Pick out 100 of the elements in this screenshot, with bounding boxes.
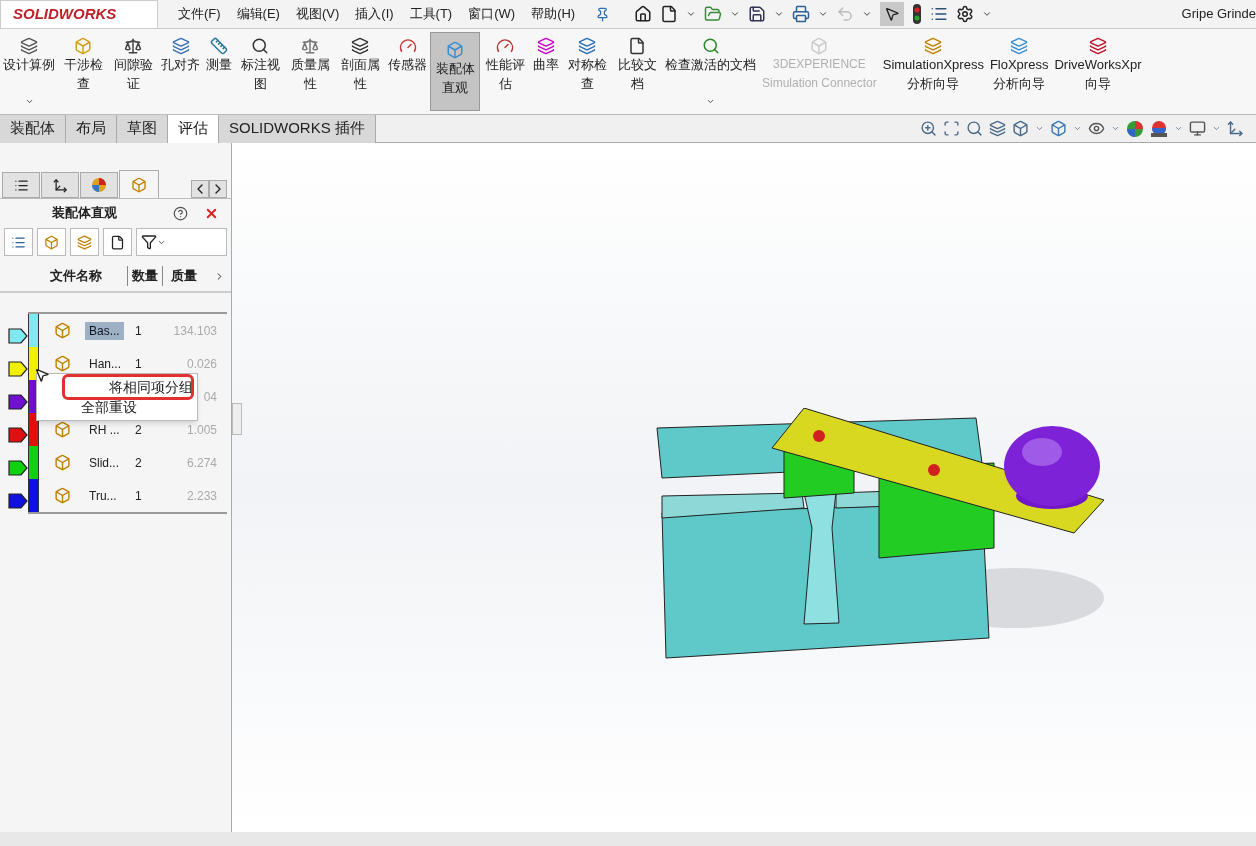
help-icon[interactable] [173,205,188,221]
tool-icon [301,37,319,55]
menu-option[interactable]: 全部重设 [37,397,197,417]
home-icon[interactable] [634,5,653,23]
ribbon-button[interactable]: 测量 [203,29,235,114]
select-button[interactable] [880,2,905,26]
traffic-light-icon[interactable] [912,4,923,24]
caret-icon[interactable] [774,9,785,19]
caret-icon[interactable] [1174,124,1183,133]
ribbon-button[interactable]: SimulationXpress 分析向导 [879,29,987,114]
filter-button[interactable] [136,228,227,256]
command-tab[interactable]: 草图 [117,114,168,143]
appearance-tab[interactable] [80,172,118,198]
view-orientation-icon[interactable] [1012,120,1029,137]
tool-icon [810,37,829,55]
command-tab[interactable]: 布局 [66,114,117,143]
pointer-icon [884,6,901,22]
part-button[interactable] [37,228,66,256]
feature-tree-tab[interactable] [2,172,40,198]
axis-icon[interactable] [1227,120,1244,137]
tool-icon [446,41,464,59]
columns-button[interactable] [103,228,132,256]
caret-icon[interactable] [818,9,829,19]
list-view-button[interactable] [4,228,33,256]
menu-item[interactable]: 插入(I) [355,4,394,24]
settings-icon[interactable] [956,5,975,23]
ribbon-button[interactable]: 曲率 [530,29,562,114]
caret-icon [24,97,34,106]
ribbon-button[interactable]: 检查激活的文档 [662,29,759,114]
ribbon-button[interactable]: 质量属性 [285,29,335,114]
cube-icon [131,176,147,193]
scene-icon[interactable] [1150,119,1168,138]
command-tab[interactable]: SOLIDWORKS 插件 [219,114,376,143]
file-name[interactable]: Tru... [85,486,121,505]
ribbon-button[interactable]: 设计算例 [0,29,58,114]
tool-icon [701,37,720,55]
menu-item[interactable]: 窗口(W) [468,4,516,24]
ribbon-button[interactable]: 对称检查 [562,29,612,114]
caret-icon[interactable] [1212,124,1221,133]
scroll-right-icon[interactable] [209,180,227,198]
menu-option[interactable]: 将相同项分组 [65,377,191,397]
column-header[interactable]: 数量 [128,266,163,286]
ribbon-button[interactable]: 孔对齐 [158,29,203,114]
menu-item[interactable]: 视图(V) [295,4,340,24]
caret-icon[interactable] [1073,124,1082,133]
app-logo[interactable]: SOLIDWORKS [0,0,158,29]
color-flag-icon [8,427,28,443]
ribbon-button[interactable]: 间隙验证 [108,29,158,114]
tool-icon [924,37,943,55]
scroll-left-icon[interactable] [191,180,209,198]
file-name[interactable]: RH ... [85,420,124,439]
previous-view-icon[interactable] [966,120,983,137]
filter-icon [141,234,157,250]
property-tab[interactable] [41,172,79,198]
tool-icon [20,37,38,55]
caret-icon[interactable] [862,9,873,19]
caret-icon[interactable] [982,9,993,19]
assembly-visualization-tab[interactable] [119,170,159,198]
new-file-icon[interactable] [660,5,679,23]
file-name[interactable]: Bas... [85,321,124,340]
collapse-handle[interactable] [232,403,242,435]
command-tab[interactable]: 装配体 [0,114,66,143]
monitor-icon[interactable] [1189,120,1206,137]
column-header[interactable]: 文件名称 [0,266,128,286]
tool-icon [1010,37,1029,55]
zoom-area-icon[interactable] [943,120,960,137]
zoom-fit-icon[interactable] [920,120,937,137]
ribbon-button[interactable]: 比较文档 [612,29,662,114]
folder-icon[interactable] [704,5,723,23]
ribbon-button[interactable]: 剖面属性 [335,29,385,114]
display-style-icon[interactable] [1050,120,1067,137]
pin-icon[interactable] [595,6,611,22]
menu-item[interactable]: 文件(F) [178,4,221,24]
menu-item[interactable]: 编辑(E) [236,4,280,24]
mass: 1.005 [186,421,217,439]
menu-item[interactable]: 工具(T) [409,4,453,24]
eye-icon[interactable] [1088,120,1105,137]
options-list-icon[interactable] [930,5,949,23]
caret-icon[interactable] [730,9,741,19]
command-tab[interactable]: 评估 [168,114,219,143]
file-name[interactable]: Slid... [85,453,123,472]
appearance-icon[interactable] [1126,119,1144,138]
ribbon-button[interactable]: 标注视图 [235,29,285,114]
file-name[interactable]: Han... [85,354,125,373]
menu-item[interactable]: 帮助(H) [531,4,576,24]
caret-icon[interactable] [1035,124,1044,133]
caret-icon[interactable] [1111,124,1120,133]
print-icon[interactable] [792,5,811,23]
ribbon-button[interactable]: DriveWorksXpr 向导 [1051,29,1145,114]
tool-icon [578,37,596,55]
color-flag-icon [8,493,28,509]
save-icon[interactable] [748,5,767,23]
ribbon-button[interactable]: FloXpress 分析向导 [986,29,1052,114]
ribbon-button[interactable]: 传感器 [385,29,430,114]
column-header[interactable]: 质量 [163,266,197,286]
caret-icon[interactable] [686,9,697,19]
quantity: 1 [135,488,142,503]
ribbon-button[interactable]: 性能评估 [480,29,530,114]
ribbon-button[interactable]: 装配体直观 [430,32,480,111]
ribbon-button[interactable]: 干涉检查 [58,29,108,114]
